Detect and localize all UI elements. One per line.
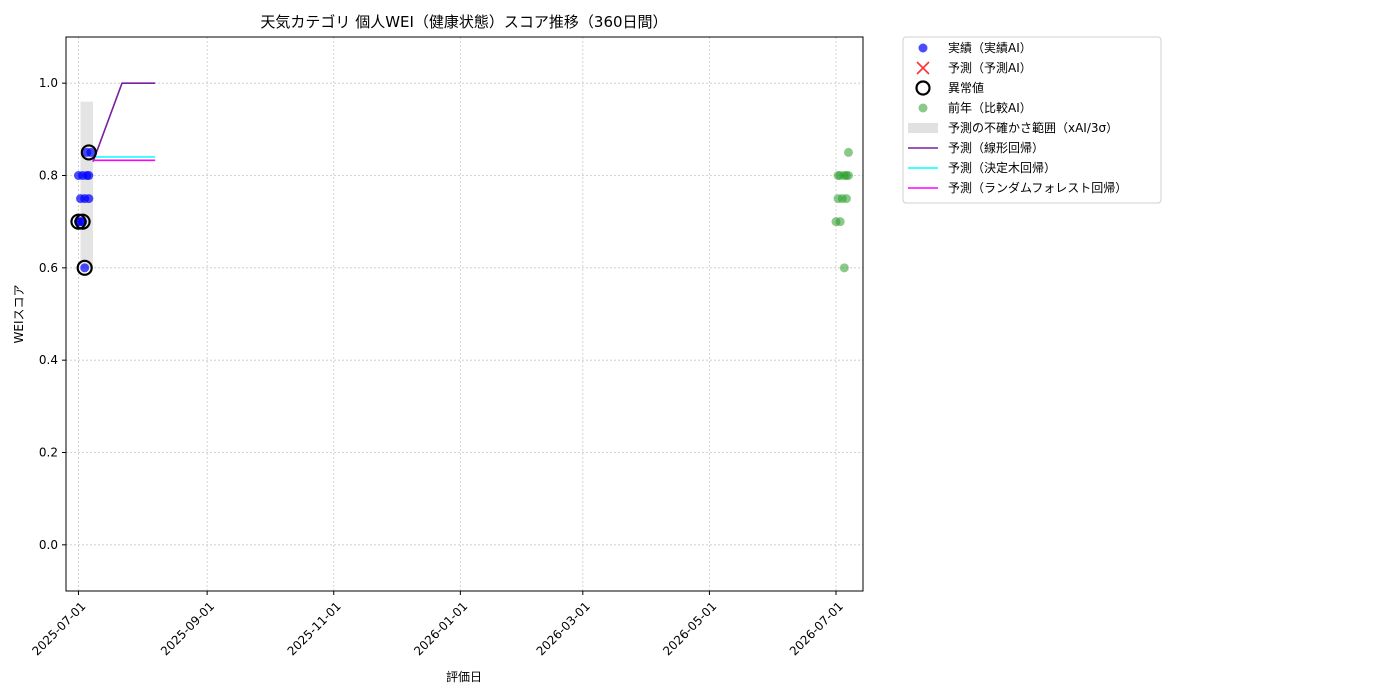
x-tick-label: 2025-07-01 [29, 599, 88, 658]
uncertainty-band [80, 101, 93, 268]
legend: 実績（実績AI） 予測（予測AI） 異常値前年（比較AI） 予測の不確かさ範囲（xAI… [902, 36, 1162, 204]
point-prev-year [835, 217, 845, 227]
x-axis-label: 評価日 [446, 669, 482, 684]
chart-title: 天気カテゴリ 個人WEI（健康状態）スコア推移（360日間） [260, 13, 667, 31]
y-tick-label: 0.0 [39, 538, 58, 552]
line-linear [92, 82, 156, 162]
point-actual [84, 194, 94, 204]
x-tick-label: 2026-03-01 [534, 599, 593, 658]
legend-marker-actual [918, 43, 928, 53]
y-tick-label: 0.4 [39, 353, 58, 367]
legend-label-prev_year: 前年（比較AI） [948, 100, 1032, 115]
point-prev-year [843, 147, 853, 157]
point-prev-year [841, 194, 851, 204]
legend-marker-uncertainty [908, 123, 938, 133]
legend-label-anomaly: 異常値 [948, 80, 984, 95]
axis-ticks: 0.0 0.2 0.4 0.6 0.8 1.0 2025-07-01 2025-09-01 20… [29, 76, 846, 658]
legend-frame [902, 36, 1162, 204]
y-tick-label: 0.2 [39, 446, 58, 460]
x-tick-label: 2025-11-01 [285, 599, 344, 658]
legend-label-tree: 予測（決定木回帰） [948, 160, 1056, 175]
point-prev-year [839, 263, 849, 273]
point-prev-year [843, 171, 853, 180]
legend-label-linear: 予測（線形回帰） [948, 140, 1044, 155]
x-tick-label: 2026-05-01 [660, 599, 719, 658]
prediction-lines [92, 82, 156, 162]
uncertainty-band-rect [80, 101, 93, 268]
legend-marker-prev_year [918, 103, 928, 113]
legend-label-uncertainty: 予測の不確かさ範囲（xAI/3σ） [948, 120, 1118, 135]
x-tick-label: 2025-09-01 [158, 599, 217, 658]
y-tick-label: 0.6 [39, 261, 58, 275]
legend-label-forest: 予測（ランダムフォレスト回帰） [948, 180, 1127, 195]
chart-figure: 天気カテゴリ 個人WEI（健康状態）スコア推移（360日間） 0.0 0.2 0.4… [12, 13, 1162, 684]
legend-label-predicted: 予測（予測AI） [948, 61, 1032, 75]
data-points [70, 144, 853, 276]
y-tick-label: 1.0 [39, 76, 58, 90]
x-tick-label: 2026-07-01 [787, 599, 846, 658]
y-tick-label: 0.8 [39, 169, 58, 183]
legend-label-actual: 実績（実績AI） [948, 40, 1032, 55]
point-actual [84, 171, 94, 180]
y-axis-label: WEIスコア [12, 285, 26, 344]
plot-frame [65, 36, 864, 592]
x-tick-label: 2026-01-01 [411, 599, 470, 658]
point-actual [80, 263, 90, 273]
grid [66, 37, 863, 591]
